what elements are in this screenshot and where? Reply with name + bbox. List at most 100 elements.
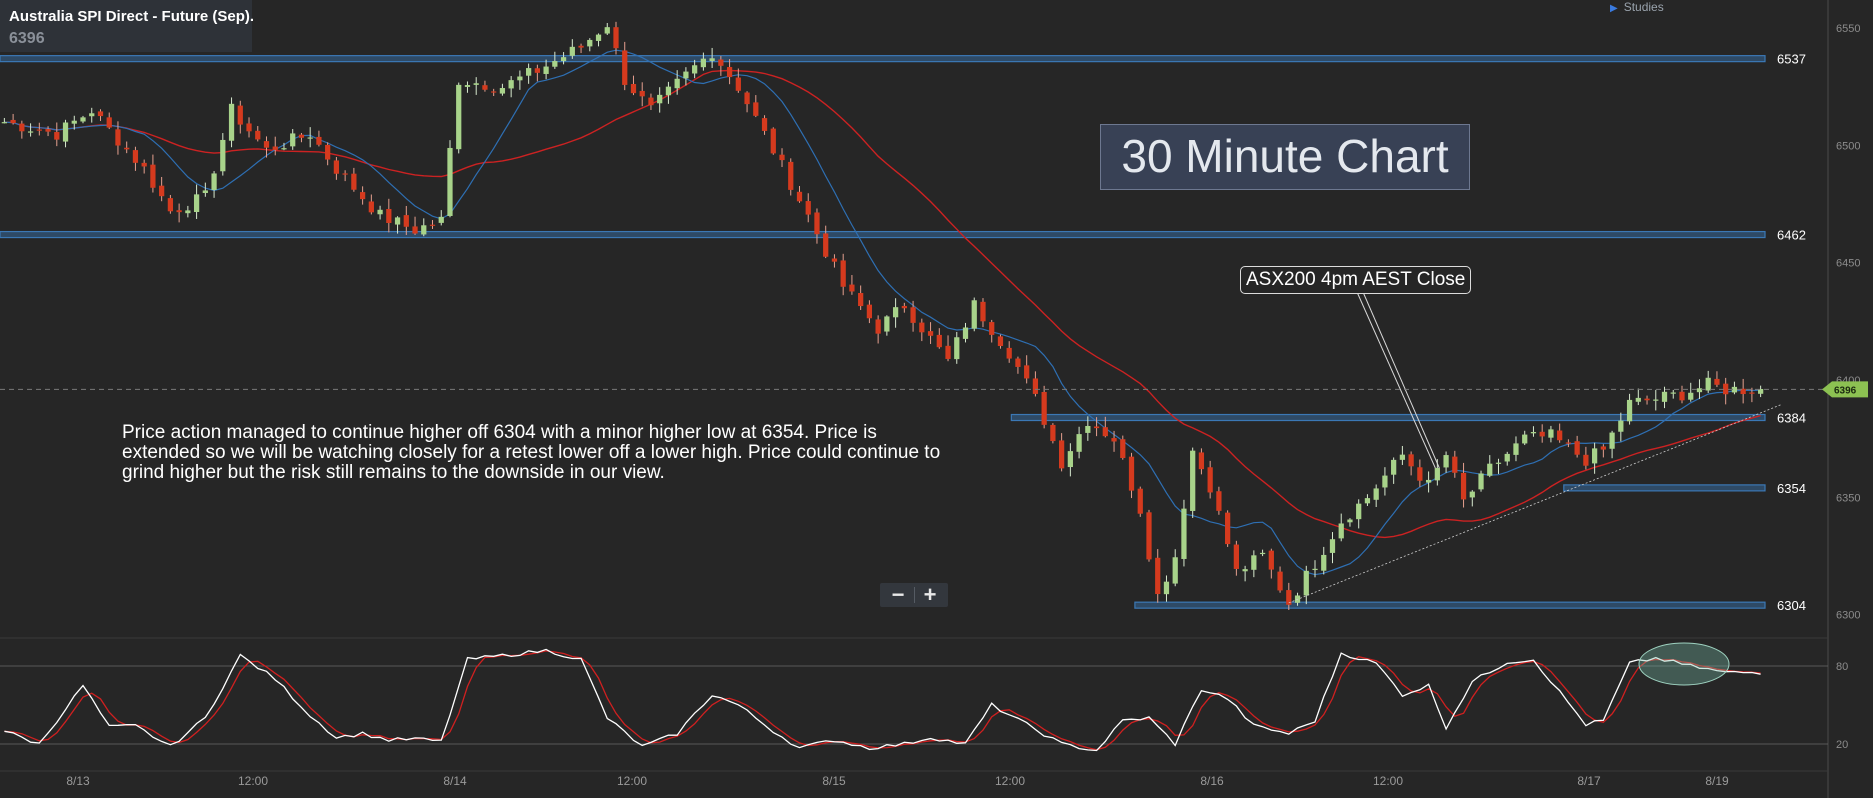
candle-body	[464, 85, 471, 87]
zoom-in-button[interactable]: +	[914, 583, 946, 607]
candle	[228, 97, 235, 148]
candle-body	[1609, 432, 1615, 449]
x-tick-label: 12:00	[238, 774, 268, 788]
candle-body	[700, 58, 706, 68]
candle-body	[980, 301, 986, 322]
candle-body	[62, 122, 69, 142]
candle	[1425, 471, 1432, 493]
candle	[438, 210, 444, 226]
candle-body	[150, 164, 156, 188]
candle-body	[1583, 454, 1589, 466]
candle	[333, 156, 340, 180]
candle-body	[281, 148, 287, 150]
candle	[543, 59, 549, 80]
candle	[19, 120, 25, 139]
candle	[1, 117, 7, 124]
candle	[176, 203, 182, 223]
candle-body	[368, 201, 374, 213]
x-tick-label: 12:00	[617, 774, 647, 788]
candle	[1050, 423, 1056, 444]
price-chart[interactable]: 63006350640064506500655020808/13 12:00 8/1…	[0, 0, 1873, 798]
candle	[1181, 499, 1187, 567]
candle	[1268, 548, 1274, 579]
candle-body	[1443, 455, 1449, 468]
candle-body	[761, 118, 768, 131]
candle	[351, 167, 357, 192]
candle	[1452, 450, 1458, 478]
y-tick-label: 6500	[1836, 140, 1860, 152]
candle-body	[560, 57, 567, 62]
candle-body	[552, 61, 558, 67]
level-band	[1134, 601, 1766, 609]
level-label: 6462	[1777, 228, 1806, 243]
stoch-tick-label: 20	[1836, 739, 1848, 751]
x-tick-label: 8/19	[1705, 774, 1729, 788]
candle	[1225, 510, 1231, 547]
candle	[823, 225, 829, 259]
zoom-controls: − +	[880, 583, 948, 607]
studies-menu[interactable]: ▶ Studies	[1610, 0, 1664, 14]
candle-body	[438, 216, 444, 223]
candle-body	[115, 129, 121, 146]
candle	[1128, 452, 1135, 499]
candle	[945, 335, 951, 362]
candle-body	[770, 128, 776, 154]
candle-body	[1242, 569, 1248, 572]
candle	[1504, 451, 1510, 466]
candle-body	[1041, 391, 1047, 425]
commentary-text: Price action managed to continue higher …	[122, 422, 941, 483]
candle-body	[1102, 427, 1108, 437]
candle-body	[298, 134, 305, 138]
candle-body	[692, 65, 698, 74]
zoom-out-button[interactable]: −	[882, 583, 914, 607]
candle-body	[945, 345, 951, 359]
candle-body	[1303, 570, 1309, 596]
candle-body	[1399, 454, 1406, 460]
candle-body	[1338, 523, 1344, 539]
candle-body	[447, 147, 453, 216]
candle-body	[220, 139, 226, 172]
candle	[761, 115, 768, 135]
candle-body	[1137, 488, 1143, 514]
level-label: 6384	[1777, 411, 1806, 426]
candle	[875, 315, 881, 344]
candle-body	[263, 141, 270, 148]
candle-body	[1050, 424, 1056, 442]
candle	[892, 298, 899, 328]
candle	[10, 113, 16, 125]
candle-body	[858, 292, 864, 307]
candle-body	[1032, 378, 1039, 394]
candle-body	[849, 284, 855, 292]
highlight-ellipse	[1638, 642, 1730, 686]
candle	[989, 319, 995, 343]
candle	[1487, 455, 1493, 478]
candle	[1024, 355, 1030, 384]
candle	[1670, 389, 1676, 399]
x-tick-label: 12:00	[995, 774, 1025, 788]
candle	[980, 298, 986, 328]
candle-body	[604, 27, 610, 34]
candle-body	[54, 132, 60, 140]
last-price-tag-label: 6396	[1834, 385, 1857, 396]
candle-body	[534, 68, 540, 73]
candle	[255, 126, 261, 142]
y-tick-label: 6450	[1836, 258, 1860, 270]
candle-body	[796, 191, 803, 202]
play-triangle-icon: ▶	[1610, 3, 1618, 14]
candle	[473, 77, 479, 95]
candle	[1032, 371, 1039, 397]
candle	[1600, 444, 1606, 458]
candle-body	[1452, 456, 1458, 473]
candle	[386, 198, 392, 233]
level-band	[1010, 413, 1766, 422]
candle	[613, 21, 619, 55]
candle	[648, 93, 654, 110]
candle-body	[665, 86, 672, 96]
candle-body	[1259, 552, 1266, 555]
candle-body	[526, 68, 532, 76]
candle-body	[709, 58, 715, 61]
candle-body	[1312, 568, 1318, 571]
candle-body	[421, 225, 427, 235]
candle	[1591, 442, 1598, 474]
candle	[1277, 566, 1283, 593]
